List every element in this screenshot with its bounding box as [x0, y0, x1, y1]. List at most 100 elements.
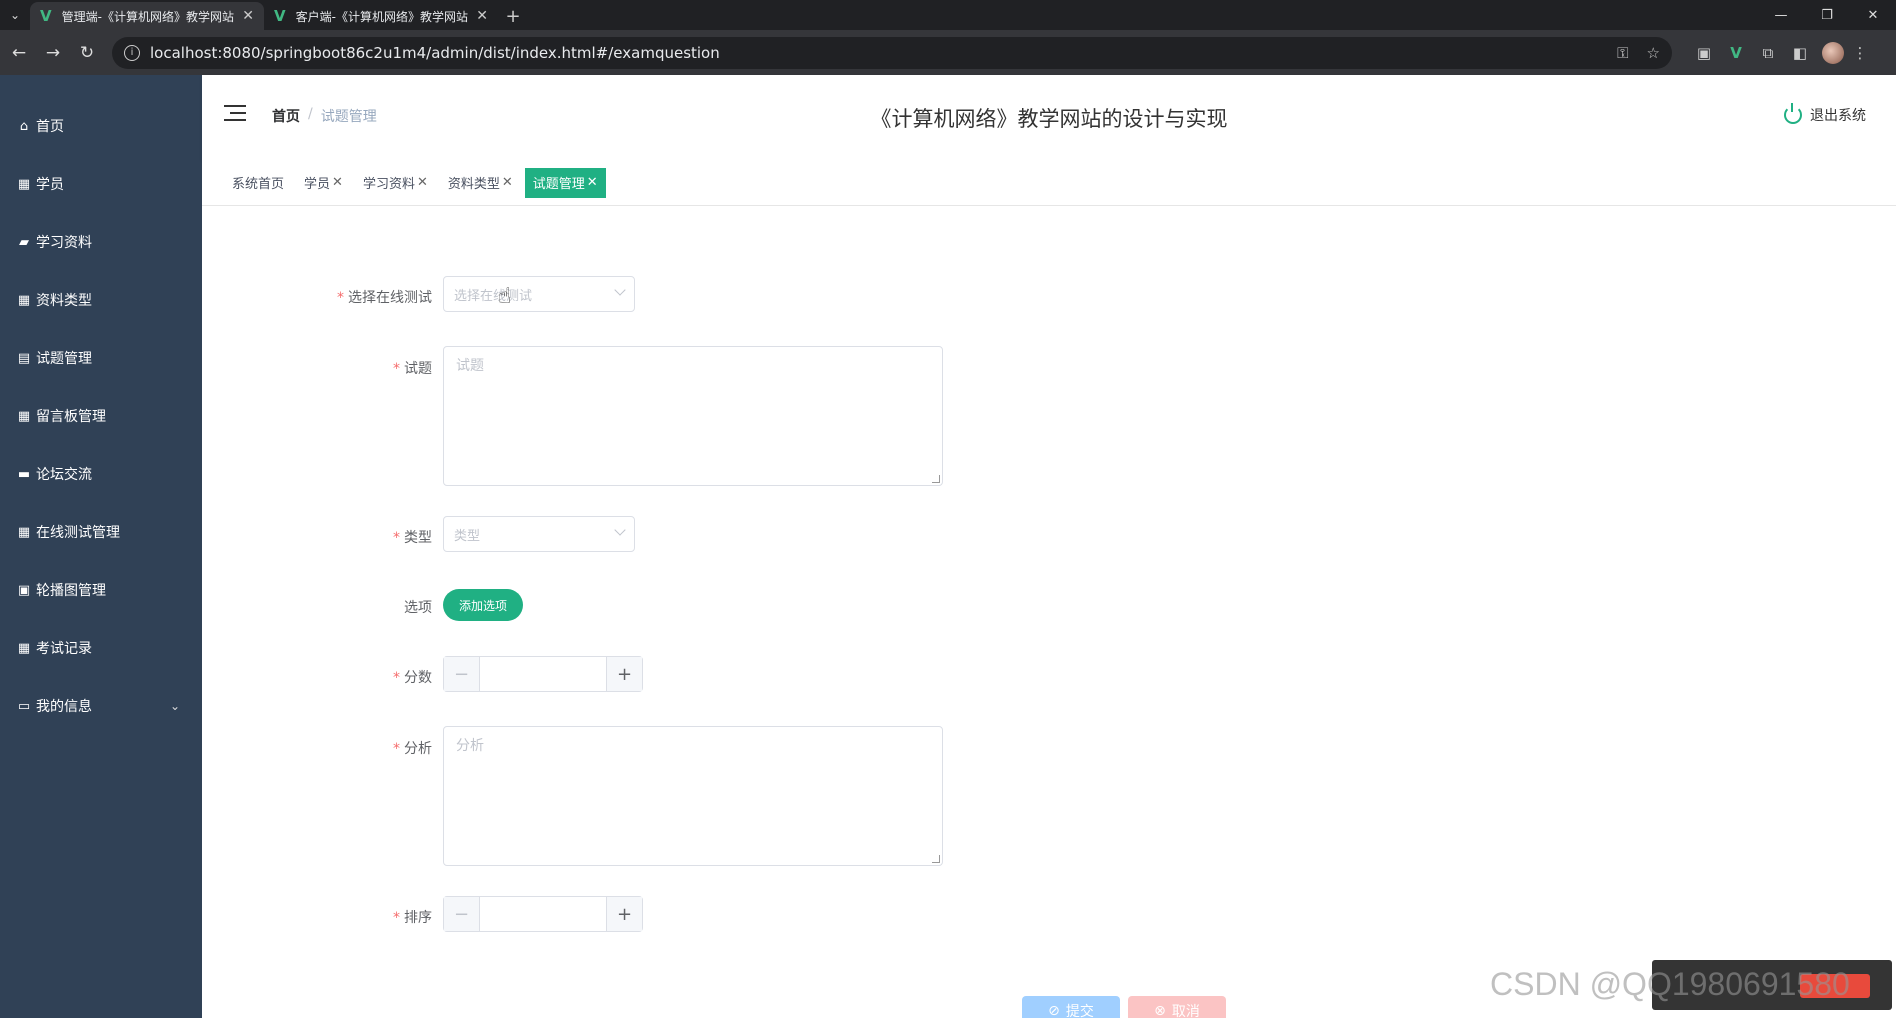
- required-mark: *: [393, 910, 400, 926]
- resize-handle-icon[interactable]: [932, 475, 940, 483]
- close-tab-icon[interactable]: ✕: [242, 8, 254, 24]
- grid-icon: ▦: [17, 524, 31, 540]
- monitor-icon: ▬: [17, 466, 31, 482]
- card-icon: ▭: [17, 698, 31, 714]
- browser-tab-admin[interactable]: V 管理端-《计算机网络》教学网站 ✕: [30, 2, 264, 30]
- sidebar-item-messages[interactable]: ▦ 留言板管理: [0, 387, 202, 445]
- score-stepper: − +: [443, 656, 643, 692]
- tag-questions[interactable]: 试题管理 ✕: [524, 167, 606, 198]
- order-input[interactable]: [480, 897, 606, 931]
- close-icon[interactable]: ✕: [587, 175, 598, 190]
- chevron-down-icon: ⌄: [169, 699, 180, 713]
- address-bar[interactable]: i localhost:8080/springboot86c2u1m4/admi…: [112, 36, 1672, 69]
- chevron-down-icon: [614, 524, 626, 536]
- score-increment-button[interactable]: +: [606, 657, 642, 691]
- sidebar-item-questions[interactable]: ▤ 试题管理: [0, 329, 202, 387]
- sidebar-item-materials[interactable]: ▰ 学习资料: [0, 213, 202, 271]
- home-icon: ⌂: [19, 118, 29, 134]
- test-label: * 选择在线测试: [337, 290, 432, 306]
- order-stepper: − +: [443, 896, 643, 932]
- sidebar-item-label: 考试记录: [36, 641, 92, 657]
- top-header: 首页 / 试题管理 《计算机网络》教学网站的设计与实现 退出系统: [202, 75, 1896, 160]
- tag-label: 学员: [304, 177, 331, 192]
- sidebar-item-online-tests[interactable]: ▦ 在线测试管理: [0, 503, 202, 561]
- minimize-icon[interactable]: —: [1758, 0, 1804, 30]
- tag-label: 试题管理: [532, 177, 585, 192]
- sidebar-item-home[interactable]: ⌂ 首页: [0, 97, 202, 155]
- sidebar-item-label: 在线测试管理: [36, 525, 120, 541]
- sidebar-item-exam-records[interactable]: ▦ 考试记录: [0, 619, 202, 677]
- close-circle-icon: ⊗: [1154, 1003, 1166, 1018]
- close-icon[interactable]: ✕: [502, 175, 513, 190]
- tag-label: 资料类型: [447, 177, 500, 192]
- sidebar-item-label: 论坛交流: [36, 467, 92, 483]
- add-option-button[interactable]: 添加选项: [443, 589, 523, 621]
- puzzle-icon[interactable]: ⧉: [1752, 37, 1784, 69]
- sidebar-item-students[interactable]: ▦ 学员: [0, 155, 202, 213]
- type-select-placeholder: 类型: [454, 528, 481, 544]
- tag-system-home[interactable]: 系统首页: [224, 168, 292, 198]
- extensions-area: ▣ V ⧉ ◧ ⋮: [1688, 37, 1876, 69]
- forward-icon[interactable]: →: [38, 38, 68, 68]
- sidebar-item-carousel[interactable]: ▣ 轮播图管理: [0, 561, 202, 619]
- question-label: * 试题: [393, 361, 432, 377]
- sidebar-item-label: 试题管理: [36, 351, 92, 367]
- score-input[interactable]: [480, 657, 606, 691]
- bookmark-star-icon[interactable]: ☆: [1647, 44, 1660, 62]
- close-tab-icon[interactable]: ✕: [476, 8, 488, 24]
- order-label: * 排序: [393, 910, 432, 926]
- type-select[interactable]: 类型: [443, 516, 635, 552]
- tag-students[interactable]: 学员 ✕: [296, 168, 351, 198]
- tag-materials[interactable]: 学习资料 ✕: [355, 168, 436, 198]
- close-icon[interactable]: ✕: [332, 175, 343, 190]
- order-increment-button[interactable]: +: [606, 897, 642, 931]
- sidebar-item-forum[interactable]: ▬ 论坛交流: [0, 445, 202, 503]
- sidebar-item-label: 留言板管理: [36, 409, 106, 425]
- question-textarea[interactable]: 试题: [443, 346, 943, 486]
- test-select[interactable]: 选择在线测试: [443, 276, 635, 312]
- menu-kebab-icon[interactable]: ⋮: [1844, 37, 1876, 69]
- analysis-label: * 分析: [393, 741, 432, 757]
- sidebar-item-label: 资料类型: [36, 293, 92, 309]
- vue-devtools-icon[interactable]: V: [1720, 37, 1752, 69]
- side-panel-icon[interactable]: ◧: [1784, 37, 1816, 69]
- submit-button[interactable]: ⊘ 提交: [1022, 996, 1120, 1018]
- back-icon[interactable]: ←: [4, 38, 34, 68]
- order-decrement-button[interactable]: −: [444, 897, 480, 931]
- profile-avatar[interactable]: [1822, 41, 1844, 64]
- window-controls: — ❐ ✕: [1758, 0, 1896, 30]
- logout-button[interactable]: 退出系统: [1784, 103, 1866, 125]
- tag-material-types[interactable]: 资料类型 ✕: [440, 168, 521, 198]
- test-select-placeholder: 选择在线测试: [454, 288, 533, 304]
- key-icon[interactable]: ⚿: [1617, 44, 1628, 62]
- restore-icon[interactable]: ❐: [1804, 0, 1850, 30]
- sidebar-item-my-info[interactable]: ▭ 我的信息 ⌄: [0, 677, 202, 735]
- chevron-down-icon: [614, 284, 626, 296]
- extension-icon[interactable]: ▣: [1688, 37, 1720, 69]
- sidebar-item-label: 首页: [36, 119, 64, 135]
- required-mark: *: [337, 290, 344, 306]
- close-icon[interactable]: ✕: [417, 175, 428, 190]
- power-icon: [1784, 103, 1802, 124]
- cancel-button[interactable]: ⊗ 取消: [1128, 996, 1226, 1018]
- sidebar-item-label: 学员: [36, 177, 64, 193]
- tab-search-icon[interactable]: ⌄: [0, 0, 30, 30]
- required-mark: *: [393, 670, 400, 686]
- new-tab-button[interactable]: +: [498, 2, 528, 30]
- required-mark: *: [393, 361, 400, 377]
- close-window-icon[interactable]: ✕: [1850, 0, 1896, 30]
- sidebar-item-material-types[interactable]: ▦ 资料类型: [0, 271, 202, 329]
- tags-view: 系统首页 学员 ✕ 学习资料 ✕ 资料类型 ✕ 试题管理 ✕: [202, 160, 1896, 206]
- hand-cursor-icon: ☝: [498, 284, 512, 309]
- analysis-textarea[interactable]: 分析: [443, 726, 943, 866]
- score-decrement-button[interactable]: −: [444, 657, 480, 691]
- sidebar: ⌂ 首页 ▦ 学员 ▰ 学习资料 ▦ 资料类型 ▤ 试题管理 ▦ 留言板管理 ▬…: [0, 75, 202, 1018]
- browser-tab-client[interactable]: V 客户端-《计算机网络》教学网站 ✕: [264, 2, 498, 30]
- site-info-icon[interactable]: i: [124, 44, 140, 61]
- sidebar-item-label: 我的信息: [36, 699, 92, 715]
- reload-icon[interactable]: ↻: [72, 38, 102, 68]
- score-label: * 分数: [393, 670, 432, 686]
- browser-tab-title: 管理端-《计算机网络》教学网站: [61, 9, 234, 24]
- resize-handle-icon[interactable]: [932, 855, 940, 863]
- options-label: 选项: [404, 600, 432, 616]
